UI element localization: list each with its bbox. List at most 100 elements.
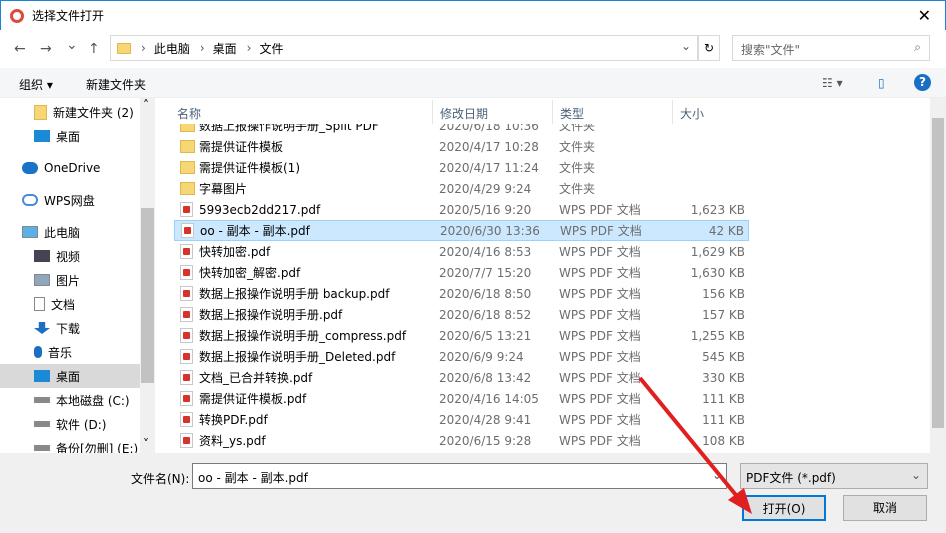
file-date: 2020/6/18 8:50	[439, 286, 532, 301]
forward-button[interactable]: →	[40, 41, 52, 57]
sidebar-item-label: 视频	[56, 249, 81, 264]
file-name: 快转加密.pdf	[199, 245, 271, 259]
recent-dropdown[interactable]: ⌄	[66, 37, 78, 53]
cancel-button[interactable]: 取消	[843, 495, 927, 521]
scroll-up-icon[interactable]: ˄	[143, 98, 149, 112]
column-size[interactable]: 大小	[673, 100, 747, 124]
folder-icon	[117, 42, 131, 54]
search-icon: ⌕	[914, 40, 921, 54]
sidebar-item[interactable]: 桌面	[0, 364, 140, 388]
sidebar-item[interactable]: WPS网盘	[0, 188, 140, 212]
file-date: 2020/7/7 15:20	[439, 265, 532, 280]
file-row[interactable]: 5993ecb2dd217.pdf 2020/5/16 9:20 WPS PDF…	[174, 199, 749, 220]
breadcrumb-desktop[interactable]: 桌面	[213, 40, 237, 57]
sidebar-item[interactable]: 备份[勿删] (E:)	[0, 436, 140, 453]
file-row[interactable]: 数据上报操作说明手册 backup.pdf 2020/6/18 8:50 WPS…	[174, 283, 749, 304]
file-row[interactable]: 需提供证件模板 2020/4/17 10:28 文件夹	[174, 136, 749, 157]
file-size: 1,255 KB	[690, 328, 745, 343]
chevron-down-icon: ⌄	[910, 468, 921, 482]
file-name: 快转加密_解密.pdf	[199, 266, 301, 280]
file-row[interactable]: 转换PDF.pdf 2020/4/28 9:41 WPS PDF 文档 111 …	[174, 409, 749, 430]
folder-icon	[34, 104, 47, 120]
filetype-select[interactable]: PDF文件 (*.pdf) ⌄	[740, 463, 928, 489]
sidebar-item[interactable]: 视频	[0, 244, 140, 268]
close-button[interactable]: ✕	[918, 6, 931, 25]
sidebar-item[interactable]: 桌面	[0, 124, 140, 148]
filename-input[interactable]: oo - 副本 - 副本.pdf ⌄	[192, 463, 727, 489]
pdf-file-icon	[181, 223, 194, 238]
file-type: WPS PDF 文档	[559, 434, 641, 448]
file-row[interactable]: 需提供证件模板.pdf 2020/4/16 14:05 WPS PDF 文档 1…	[174, 388, 749, 409]
pdf-file-icon	[180, 244, 193, 259]
filename-dropdown[interactable]: ⌄	[712, 468, 722, 482]
file-size: 1,623 KB	[690, 202, 745, 217]
sidebar-item-label: 软件 (D:)	[56, 417, 107, 432]
file-size: 1,629 KB	[690, 244, 745, 259]
file-name: 需提供证件模板.pdf	[199, 392, 307, 406]
column-name[interactable]: 名称	[170, 100, 433, 124]
breadcrumb-this-pc[interactable]: 此电脑	[154, 40, 190, 57]
file-size: 545 KB	[702, 349, 745, 364]
file-date: 2020/4/29 9:24	[439, 181, 532, 196]
app-logo-icon	[10, 8, 24, 23]
file-date: 2020/6/30 13:36	[440, 223, 540, 238]
file-row[interactable]: 快转加密_解密.pdf 2020/7/7 15:20 WPS PDF 文档 1,…	[174, 262, 749, 283]
sidebar-item-label: 文档	[51, 297, 76, 312]
file-date: 2020/4/17 10:28	[439, 139, 539, 154]
drive-icon	[34, 445, 50, 451]
address-dropdown[interactable]: ⌄	[681, 39, 691, 53]
column-date[interactable]: 修改日期	[433, 100, 553, 124]
file-date: 2020/6/8 13:42	[439, 370, 532, 385]
file-row[interactable]: oo - 副本 - 副本.pdf 2020/6/30 13:36 WPS PDF…	[174, 220, 749, 241]
organize-menu[interactable]: 组织 ▾	[19, 76, 53, 93]
sidebar-scroll-thumb[interactable]	[141, 208, 154, 383]
up-button[interactable]: ↑	[88, 41, 100, 57]
desktop-icon	[34, 370, 50, 382]
open-button[interactable]: 打开(O)	[742, 495, 826, 521]
sidebar-item[interactable]: 文档	[0, 292, 140, 316]
file-date: 2020/4/17 11:24	[439, 160, 539, 175]
sidebar-item[interactable]: 音乐	[0, 340, 140, 364]
help-button[interactable]: ?	[914, 74, 931, 91]
pdf-file-icon	[180, 286, 193, 301]
file-row[interactable]: 数据上报操作说明手册_compress.pdf 2020/6/5 13:21 W…	[174, 325, 749, 346]
preview-pane-button[interactable]: ▯	[878, 76, 885, 90]
search-input[interactable]: 搜索"文件" ⌕	[732, 35, 930, 61]
file-row[interactable]: 数据上报操作说明手册_Deleted.pdf 2020/6/9 9:24 WPS…	[174, 346, 749, 367]
file-row[interactable]: 文档_已合并转换.pdf 2020/6/8 13:42 WPS PDF 文档 3…	[174, 367, 749, 388]
file-date: 2020/5/16 9:20	[439, 202, 532, 217]
view-menu[interactable]: ☷ ▾	[822, 76, 843, 90]
refresh-button[interactable]: ↻	[698, 35, 720, 61]
file-list-scrollbar[interactable]	[930, 98, 946, 453]
pdf-file-icon	[180, 370, 193, 385]
sidebar-item[interactable]: 新建文件夹 (2)	[0, 100, 140, 124]
file-row[interactable]: 数据上报操作说明手册.pdf 2020/6/18 8:52 WPS PDF 文档…	[174, 304, 749, 325]
scroll-down-icon[interactable]: ˅	[143, 437, 149, 451]
sidebar-item[interactable]: 图片	[0, 268, 140, 292]
sidebar-scrollbar[interactable]: ˄ ˅	[140, 98, 155, 453]
back-button[interactable]: ←	[14, 41, 26, 57]
file-date: 2020/4/28 9:41	[439, 412, 532, 427]
file-row[interactable]: 快转加密.pdf 2020/4/16 8:53 WPS PDF 文档 1,629…	[174, 241, 749, 262]
file-list-scroll-thumb[interactable]	[932, 118, 944, 428]
sidebar-item[interactable]: 软件 (D:)	[0, 412, 140, 436]
sidebar-item[interactable]: 本地磁盘 (C:)	[0, 388, 140, 412]
cloud-icon	[22, 162, 38, 174]
sidebar-item-label: 桌面	[56, 369, 81, 384]
breadcrumb-files[interactable]: 文件	[259, 40, 283, 57]
file-name: 文档_已合并转换.pdf	[199, 371, 313, 385]
sidebar-item[interactable]: 此电脑	[0, 220, 140, 244]
document-icon	[34, 297, 45, 311]
music-icon	[34, 346, 42, 358]
sidebar-item-label: 新建文件夹 (2)	[53, 105, 134, 120]
file-row[interactable]: 需提供证件模板(1) 2020/4/17 11:24 文件夹	[174, 157, 749, 178]
file-row[interactable]: 字幕图片 2020/4/29 9:24 文件夹	[174, 178, 749, 199]
file-name: 资料_ys.pdf	[199, 434, 266, 448]
address-input[interactable]: › 此电脑 › 桌面 › 文件 ⌄	[110, 35, 698, 61]
sidebar-item-label: 音乐	[48, 345, 73, 360]
new-folder-button[interactable]: 新建文件夹	[86, 76, 146, 93]
sidebar-item[interactable]: 下载	[0, 316, 140, 340]
file-row[interactable]: 资料_ys.pdf 2020/6/15 9:28 WPS PDF 文档 108 …	[174, 430, 749, 451]
column-type[interactable]: 类型	[553, 100, 673, 124]
sidebar-item[interactable]: OneDrive	[0, 156, 140, 180]
